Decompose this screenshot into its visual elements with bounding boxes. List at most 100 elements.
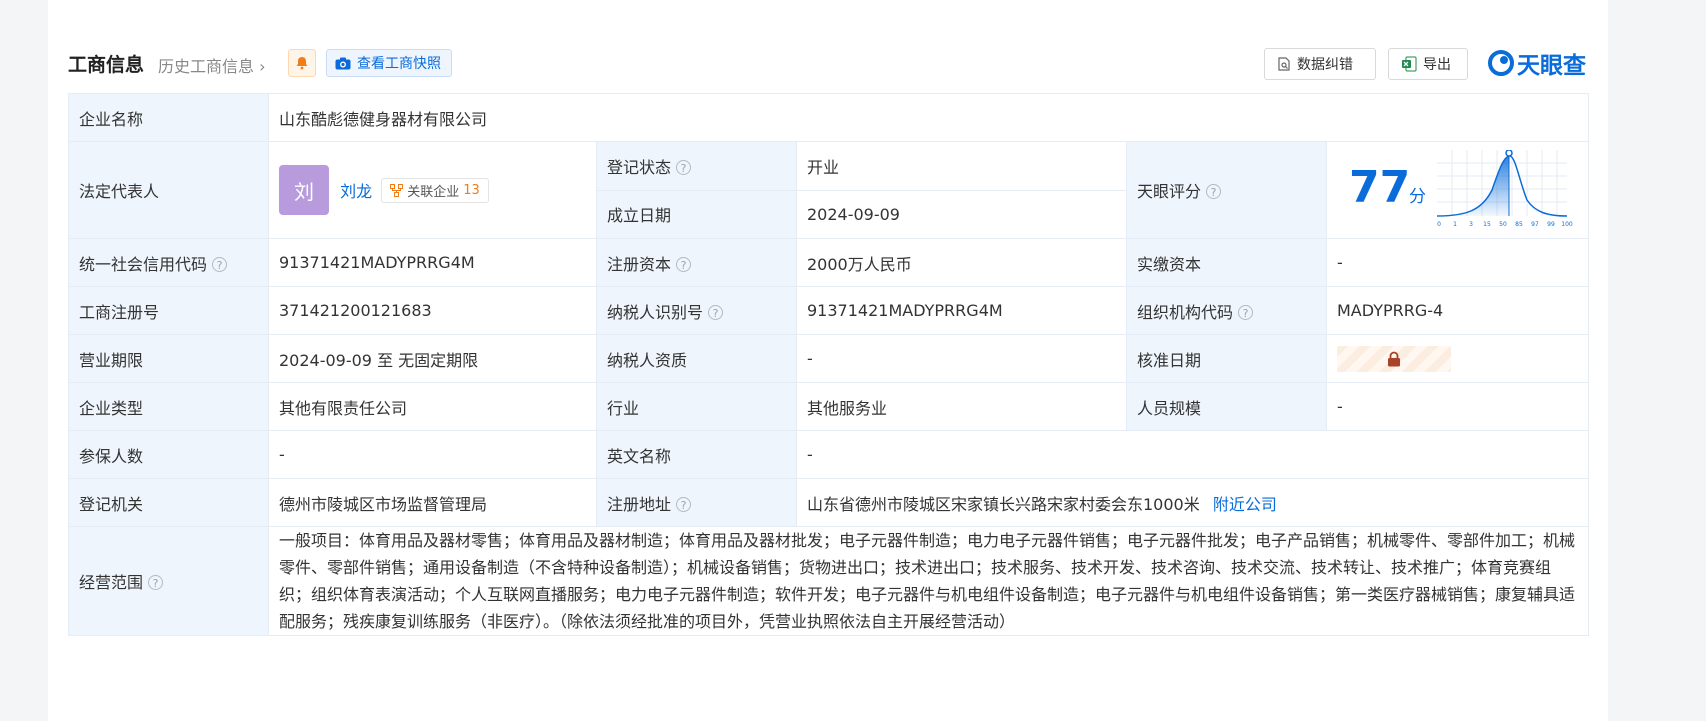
type-label: 企业类型: [68, 382, 269, 431]
legal-rep-name-link[interactable]: 刘龙: [340, 182, 372, 201]
rating-curve: 0 1 3 15 50 85 97 99 100: [1437, 150, 1573, 228]
reg-capital-value: 2000万人民币: [796, 238, 1127, 287]
rating-cell[interactable]: 77 分 0 1 3 15 50 85 97 99 100: [1325, 141, 1590, 239]
paid-capital-value: -: [1325, 238, 1590, 287]
question-icon[interactable]: ?: [1206, 184, 1222, 199]
rating-label: 天眼评分?: [1126, 141, 1327, 239]
staff-label: 人员规模: [1126, 382, 1327, 431]
taxpayer-id-label-text: 纳税人识别号: [607, 302, 704, 322]
rating-score: 77: [1349, 162, 1411, 213]
question-icon[interactable]: ?: [676, 256, 692, 272]
credit-code-label: 统一社会信用代码?: [68, 238, 269, 287]
chevron-right-icon: ›: [259, 57, 266, 76]
scope-label: 经营范围?: [68, 526, 269, 636]
rating-unit: 分: [1409, 187, 1426, 207]
reg-capital-label-text: 注册资本: [607, 254, 672, 274]
related-companies-badge[interactable]: 关联企业 13: [381, 177, 489, 203]
table-row: 经营范围? 一般项目：体育用品及器材零售；体育用品及器材制造；体育用品及器材批发…: [68, 526, 1590, 636]
founded-value: 2024-09-09: [796, 189, 1127, 239]
history-link[interactable]: 历史工商信息 ›: [158, 53, 266, 77]
address-label-text: 注册地址: [607, 494, 672, 514]
taxpayer-id-value: 91371421MADYPRRG4M: [796, 286, 1127, 335]
table-row: 企业名称 山东酷彪德健身器材有限公司: [68, 93, 1590, 142]
legal-rep-label: 法定代表人: [68, 141, 269, 239]
industry-label: 行业: [596, 382, 797, 431]
org-code-label: 组织机构代码?: [1126, 286, 1327, 335]
rating-tick-label: 0: [1437, 221, 1441, 228]
question-icon[interactable]: ?: [212, 256, 228, 272]
snapshot-button[interactable]: 查看工商快照: [326, 49, 452, 77]
table-row: 工商注册号 371421200121683 纳税人识别号? 91371421MA…: [68, 286, 1590, 335]
question-icon[interactable]: ?: [148, 575, 164, 590]
english-name-value: -: [795, 430, 1590, 479]
authority-value: 德州市陵城区市场监督管理局: [268, 478, 597, 527]
business-info-table: 企业名称 山东酷彪德健身器材有限公司 法定代表人 刘 刘龙 关联企业 13 登记…: [68, 93, 1590, 636]
credit-code-value: 91371421MADYPRRG4M: [268, 238, 597, 287]
history-link-label: 历史工商信息: [158, 57, 255, 76]
reg-status-label: 登记状态?: [596, 141, 797, 191]
table-row: 企业类型 其他有限责任公司 行业 其他服务业 人员规模 -: [68, 382, 1590, 431]
rating-tick-label: 97: [1531, 221, 1539, 228]
tianyancha-logo: 天眼查: [1488, 46, 1586, 80]
type-value: 其他有限责任公司: [268, 382, 597, 431]
reg-status-value: 开业: [796, 141, 1127, 191]
credit-code-label-text: 统一社会信用代码: [79, 254, 208, 274]
company-name-label: 企业名称: [68, 93, 269, 142]
section-header: 工商信息 历史工商信息 › 查看工商快照 数据纠错 导出 天眼查: [68, 44, 1588, 84]
paid-capital-label: 实缴资本: [1126, 238, 1327, 287]
data-correction-button[interactable]: 数据纠错: [1264, 48, 1376, 80]
legal-rep-cell: 刘 刘龙 关联企业 13: [268, 141, 597, 239]
rating-tick-label: 99: [1547, 221, 1555, 228]
reg-status-label-text: 登记状态: [607, 157, 672, 177]
staff-value: -: [1325, 382, 1590, 431]
address-cell: 山东省德州市陵城区宋家镇长兴路宋家村委会东1000米 附近公司: [795, 478, 1590, 527]
address-label: 注册地址?: [596, 478, 797, 527]
address-value: 山东省德州市陵城区宋家镇长兴路宋家村委会东1000米: [807, 494, 1200, 514]
table-row: 登记机关 德州市陵城区市场监督管理局 注册地址? 山东省德州市陵城区宋家镇长兴路…: [68, 478, 1590, 527]
network-icon: [390, 183, 404, 197]
question-icon[interactable]: ?: [1238, 304, 1254, 320]
locked-value[interactable]: [1337, 345, 1451, 372]
english-name-label: 英文名称: [596, 430, 797, 479]
founded-label: 成立日期: [596, 189, 797, 239]
export-button[interactable]: 导出: [1388, 48, 1468, 80]
biz-reg-no-value: 371421200121683: [268, 286, 597, 335]
table-row: 统一社会信用代码? 91371421MADYPRRG4M 注册资本? 2000万…: [68, 238, 1590, 287]
taxpayer-id-label: 纳税人识别号?: [596, 286, 797, 335]
question-icon[interactable]: ?: [676, 496, 692, 512]
nearby-companies-link[interactable]: 附近公司: [1213, 495, 1277, 514]
rating-tick-label: 3: [1469, 221, 1473, 228]
excel-icon: [1402, 56, 1417, 72]
question-icon[interactable]: ?: [676, 159, 692, 175]
industry-value: 其他服务业: [796, 382, 1127, 431]
rating-tick-label: 15: [1483, 221, 1491, 228]
table-row: 营业期限 2024-09-09 至 无固定期限 纳税人资质 - 核准日期: [68, 334, 1590, 383]
lock-icon: [1388, 351, 1400, 366]
camera-icon: [335, 57, 351, 69]
section-title: 工商信息: [68, 54, 145, 76]
org-code-label-text: 组织机构代码: [1137, 302, 1234, 322]
logo-text: 天眼查: [1517, 53, 1586, 79]
export-label: 导出: [1423, 57, 1451, 73]
insured-label: 参保人数: [68, 430, 269, 479]
related-count: 13: [463, 182, 480, 198]
rating-tick-label: 1: [1453, 221, 1457, 228]
term-value: 2024-09-09 至 无固定期限: [268, 334, 597, 383]
approval-date-label: 核准日期: [1126, 334, 1327, 383]
eye-logo-icon: [1488, 50, 1514, 76]
bell-icon[interactable]: [288, 49, 316, 77]
org-code-value: MADYPRRG-4: [1325, 286, 1590, 335]
question-icon[interactable]: ?: [708, 304, 724, 320]
rating-tick-label: 50: [1499, 221, 1507, 228]
insured-value: -: [268, 430, 597, 479]
scope-label-text: 经营范围: [79, 573, 144, 592]
data-correction-label: 数据纠错: [1297, 57, 1353, 73]
company-name-value: 山东酷彪德健身器材有限公司: [267, 93, 1590, 142]
avatar[interactable]: 刘: [279, 165, 329, 215]
table-row: 参保人数 - 英文名称 -: [68, 430, 1590, 479]
scope-value: 一般项目：体育用品及器材零售；体育用品及器材制造；体育用品及器材批发；电子元器件…: [267, 526, 1590, 636]
biz-reg-no-label: 工商注册号: [68, 286, 269, 335]
rating-tick-label: 85: [1515, 221, 1523, 228]
table-row: 法定代表人 刘 刘龙 关联企业 13 登记状态? 开业 天眼评分? 77 分 0…: [68, 141, 1590, 239]
rating-tick-label: 100: [1561, 221, 1573, 228]
